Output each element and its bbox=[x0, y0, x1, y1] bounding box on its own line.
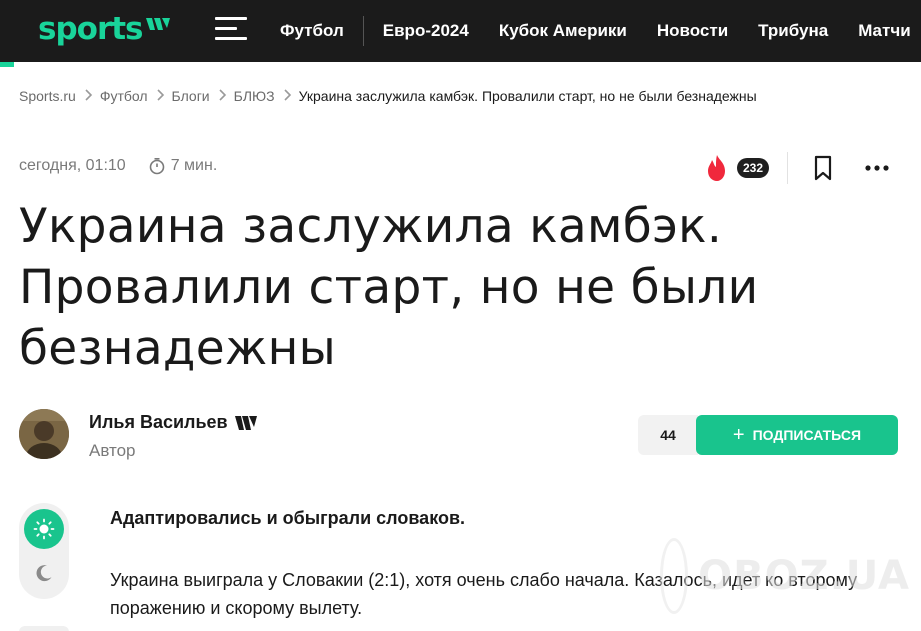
menu-burger-icon[interactable] bbox=[215, 17, 247, 41]
nav-item-football[interactable]: Футбол bbox=[280, 21, 344, 41]
article-meta: сегодня, 01:10 7 мин. bbox=[19, 157, 217, 175]
chevron-right-icon bbox=[76, 88, 100, 104]
read-time: 7 мин. bbox=[148, 157, 218, 175]
sun-icon bbox=[33, 518, 55, 540]
breadcrumb-item-blues[interactable]: БЛЮЗ bbox=[234, 88, 275, 104]
subscribe-label: ПОДПИСАТЬСЯ bbox=[752, 427, 862, 443]
active-indicator bbox=[0, 62, 14, 67]
plus-icon: + bbox=[732, 424, 745, 446]
nav-divider bbox=[362, 16, 364, 46]
article-lead: Адаптировались и обыграли словаков. bbox=[110, 508, 466, 528]
reactions-count-badge[interactable]: 232 bbox=[737, 158, 770, 178]
subscribers-count: 44 bbox=[638, 415, 698, 455]
author-name[interactable]: Илья Васильев bbox=[89, 412, 257, 433]
article-paragraph: Украина выиграла у Словакии (2:1), хотя … bbox=[110, 570, 858, 618]
article-title: Украина заслужила камбэк. Провалили стар… bbox=[19, 199, 759, 376]
nav-item-copa-america[interactable]: Кубок Америки bbox=[499, 21, 627, 41]
author-avatar[interactable] bbox=[19, 409, 69, 459]
article-actions: 232 bbox=[704, 150, 890, 186]
breadcrumb-item-sports[interactable]: Sports.ru bbox=[19, 88, 76, 104]
subscribe-button[interactable]: + ПОДПИСАТЬСЯ bbox=[696, 415, 898, 455]
breadcrumb-item-football[interactable]: Футбол bbox=[100, 88, 148, 104]
stopwatch-icon bbox=[149, 158, 165, 175]
read-time-text: 7 мин. bbox=[170, 157, 218, 174]
chevron-right-icon bbox=[148, 88, 172, 104]
author-name-text: Илья Васильев bbox=[89, 412, 228, 432]
side-widget bbox=[19, 626, 69, 631]
chevron-right-icon bbox=[210, 88, 234, 104]
verified-author-icon bbox=[234, 415, 257, 430]
nav-item-tribuna[interactable]: Трибуна bbox=[758, 21, 828, 41]
chevron-right-icon bbox=[275, 88, 299, 104]
nav-item-news[interactable]: Новости bbox=[657, 21, 728, 41]
site-logo[interactable]: sports bbox=[38, 11, 171, 47]
breadcrumb-item-current: Украина заслужила камбэк. Провалили стар… bbox=[298, 88, 757, 104]
moon-icon bbox=[36, 565, 52, 582]
logo-text: sports bbox=[38, 11, 143, 47]
light-theme-button[interactable] bbox=[24, 509, 64, 549]
dark-theme-button[interactable] bbox=[24, 553, 64, 593]
actions-divider bbox=[787, 152, 789, 184]
fire-icon[interactable] bbox=[704, 154, 730, 182]
breadcrumb: Sports.ru Футбол Блоги БЛЮЗ Украина засл… bbox=[19, 88, 757, 104]
nav-item-matches[interactable]: Матчи bbox=[858, 21, 910, 41]
top-bar: sports Футбол Евро-2024 Кубок Америки Но… bbox=[0, 0, 921, 62]
breadcrumb-item-blogs[interactable]: Блоги bbox=[172, 88, 210, 104]
more-options-icon[interactable] bbox=[864, 163, 890, 173]
author-role: Автор bbox=[89, 441, 136, 460]
bookmark-icon[interactable] bbox=[812, 155, 834, 181]
publish-date: сегодня, 01:10 bbox=[19, 157, 126, 174]
logo-mark-icon bbox=[145, 18, 170, 30]
main-nav: Футбол Евро-2024 Кубок Америки Новости Т… bbox=[280, 0, 911, 62]
theme-toggle bbox=[19, 503, 69, 599]
nav-item-euro-2024[interactable]: Евро-2024 bbox=[383, 21, 469, 41]
